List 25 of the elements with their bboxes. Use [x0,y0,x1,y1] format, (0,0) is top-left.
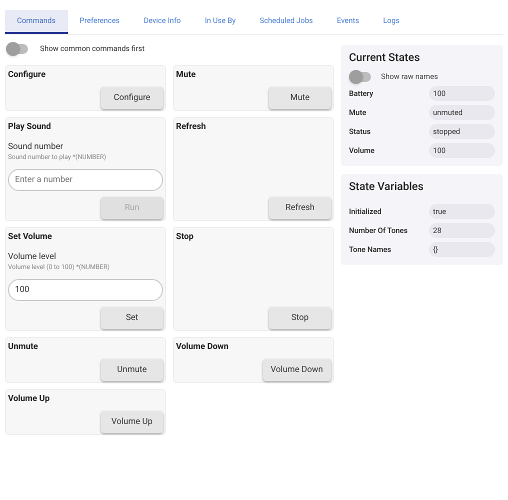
number-field[interactable]: Enter a number [8,169,163,191]
command-title: Unmute [8,341,39,353]
field-label: Sound number [8,142,64,153]
command-button[interactable]: Unmute [101,359,163,381]
toggle-switch[interactable] [351,72,371,82]
field-label: Volume level [8,252,58,263]
command-button[interactable]: Refresh [269,197,331,219]
command-title: Volume Down [176,341,230,353]
command-title: Configure [8,69,47,81]
panel-title: State Variables [349,180,424,194]
command-button[interactable]: Set [101,307,163,329]
toggle-switch[interactable] [8,44,28,54]
number-field[interactable]: 100 [8,279,163,301]
command-title: Play Sound [8,121,52,133]
command-title: Stop [176,231,195,243]
command-button[interactable]: Mute [269,87,331,109]
command-button[interactable]: Volume Down [262,359,331,381]
command-title: Mute [176,69,197,81]
command-button[interactable]: Stop [269,307,331,329]
command-button[interactable]: Configure [101,87,163,109]
panel-title: Current States [349,51,421,65]
command-title: Set Volume [8,231,53,243]
command-title: Volume Up [8,393,51,405]
command-button[interactable]: Volume Up [101,411,163,433]
command-title: Refresh [176,121,207,133]
